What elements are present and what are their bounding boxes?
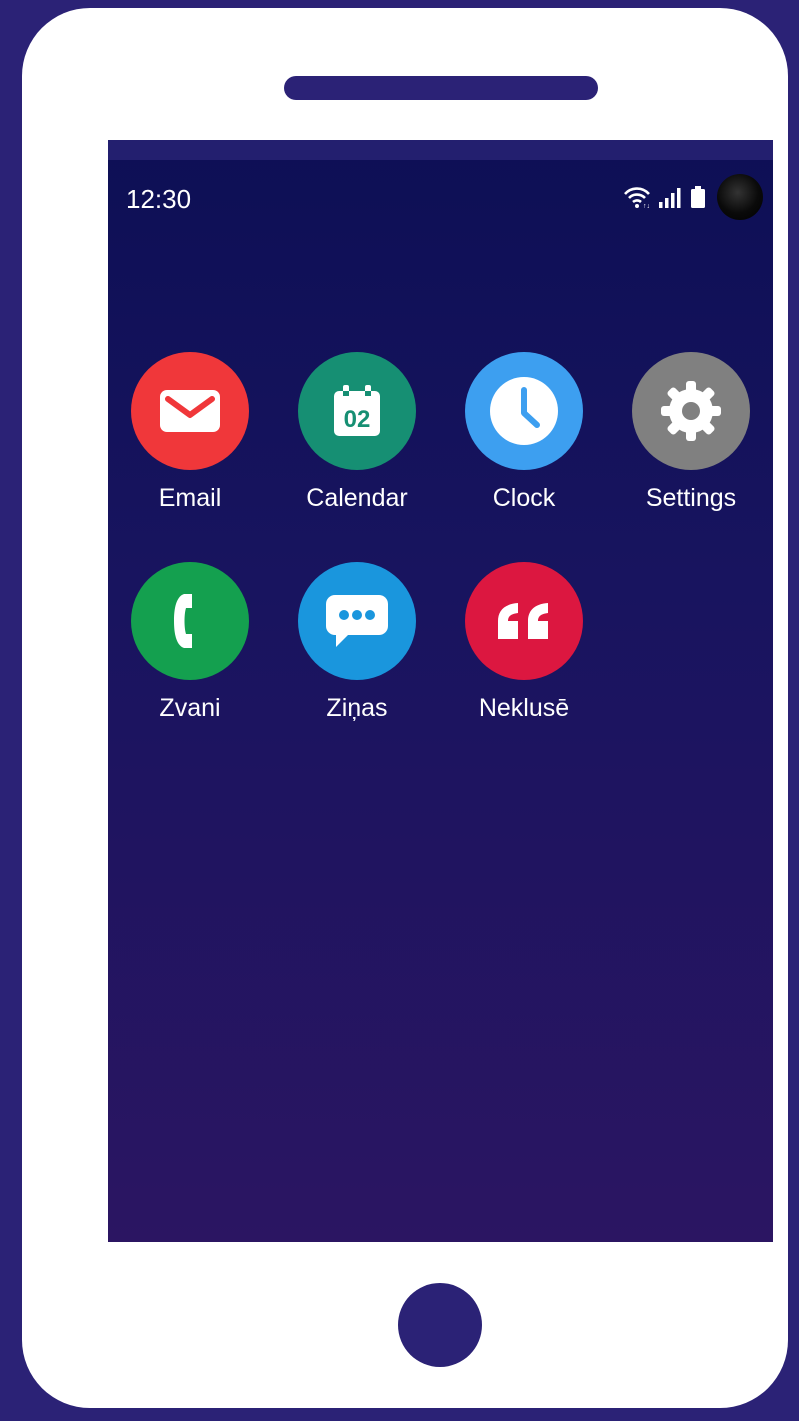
status-icons: ↑↓ (623, 186, 705, 213)
app-settings[interactable]: Settings (621, 352, 761, 513)
app-label-zinas: Ziņas (326, 694, 388, 722)
app-label-zvani: Zvani (159, 694, 221, 722)
envelope-icon (131, 352, 249, 470)
speaker-grille (284, 76, 598, 100)
quote-icon (465, 562, 583, 680)
app-email[interactable]: Email (120, 352, 260, 513)
app-calendar[interactable]: 02 Calendar (287, 352, 427, 513)
app-label-clock: Clock (492, 484, 556, 512)
app-zvani[interactable]: Zvani (120, 562, 260, 723)
calendar-date: 02 (344, 406, 371, 433)
app-clock[interactable]: Clock (454, 352, 594, 513)
clock-icon (465, 352, 583, 470)
app-zinas[interactable]: Ziņas (287, 562, 427, 723)
calendar-icon: 02 (298, 352, 416, 470)
app-label-neikluse: Neklusē (478, 694, 570, 722)
status-time: 12:30 (126, 184, 192, 214)
phone-screen: 12:30 ↑↓ Email 02 Calendar Clock Setting… (108, 140, 773, 1242)
chat-bubble-icon (298, 562, 416, 680)
battery-icon (691, 186, 705, 213)
svg-text:↑↓: ↑↓ (643, 203, 650, 208)
app-label-settings: Settings (645, 484, 737, 512)
app-label-email: Email (158, 484, 222, 512)
app-label-calendar: Calendar (306, 484, 408, 512)
app-neikluse[interactable]: Neklusē (454, 562, 594, 723)
phone-frame: 12:30 ↑↓ Email 02 Calendar Clock Setting… (22, 8, 788, 1408)
home-button[interactable] (398, 1283, 482, 1367)
signal-icon (659, 188, 683, 213)
front-camera-icon (717, 174, 763, 220)
phone-icon (131, 562, 249, 680)
gear-icon (632, 352, 750, 470)
wifi-icon: ↑↓ (623, 186, 651, 213)
screen-top-edge (108, 140, 773, 160)
